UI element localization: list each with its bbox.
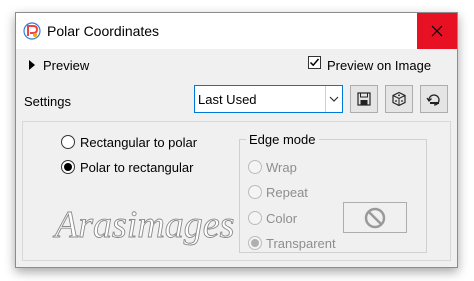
- edge-color-swatch[interactable]: [343, 202, 407, 233]
- preview-on-image-label[interactable]: Preview on Image: [327, 58, 431, 73]
- close-button[interactable]: [417, 13, 457, 49]
- wrap-radio[interactable]: [248, 160, 262, 174]
- preset-dropdown[interactable]: Last Used: [194, 85, 343, 113]
- preview-on-image-checkbox[interactable]: [308, 56, 321, 69]
- title-bar: Polar Coordinates: [16, 13, 457, 49]
- repeat-radio[interactable]: [248, 185, 262, 199]
- transparent-label[interactable]: Transparent: [266, 236, 336, 251]
- expand-arrow-icon[interactable]: [29, 60, 35, 70]
- paintshop-app-icon: [23, 22, 41, 40]
- rectangular-to-polar-label[interactable]: Rectangular to polar: [80, 135, 197, 150]
- polar-coordinates-dialog: Polar Coordinates Preview Preview on Ima…: [15, 12, 458, 268]
- polar-to-rectangular-radio[interactable]: [61, 160, 75, 174]
- polar-to-rectangular-label[interactable]: Polar to rectangular: [80, 160, 193, 175]
- rectangular-to-polar-radio[interactable]: [61, 135, 75, 149]
- checkmark-icon: [309, 58, 320, 67]
- preset-value: Last Used: [198, 92, 257, 107]
- edge-mode-title: Edge mode: [246, 132, 319, 147]
- window-title: Polar Coordinates: [47, 23, 160, 39]
- randomize-button[interactable]: [385, 85, 413, 113]
- preview-toggle-label[interactable]: Preview: [43, 58, 89, 73]
- settings-panel: Rectangular to polar Polar to rectangula…: [22, 121, 451, 261]
- reset-defaults-button[interactable]: [420, 85, 448, 113]
- dice-icon: [392, 91, 406, 107]
- no-color-icon: [364, 207, 386, 228]
- dropdown-arrow[interactable]: [325, 86, 342, 112]
- settings-label: Settings: [24, 94, 71, 109]
- chevron-down-icon: [329, 96, 339, 102]
- repeat-label[interactable]: Repeat: [266, 185, 308, 200]
- wrap-label[interactable]: Wrap: [266, 160, 297, 175]
- color-label[interactable]: Color: [266, 211, 297, 226]
- transparent-radio[interactable]: [248, 236, 262, 250]
- save-icon: [357, 92, 371, 106]
- close-icon: [431, 25, 443, 37]
- reset-icon: [426, 94, 440, 106]
- save-preset-button[interactable]: [350, 85, 378, 113]
- color-radio[interactable]: [248, 211, 262, 225]
